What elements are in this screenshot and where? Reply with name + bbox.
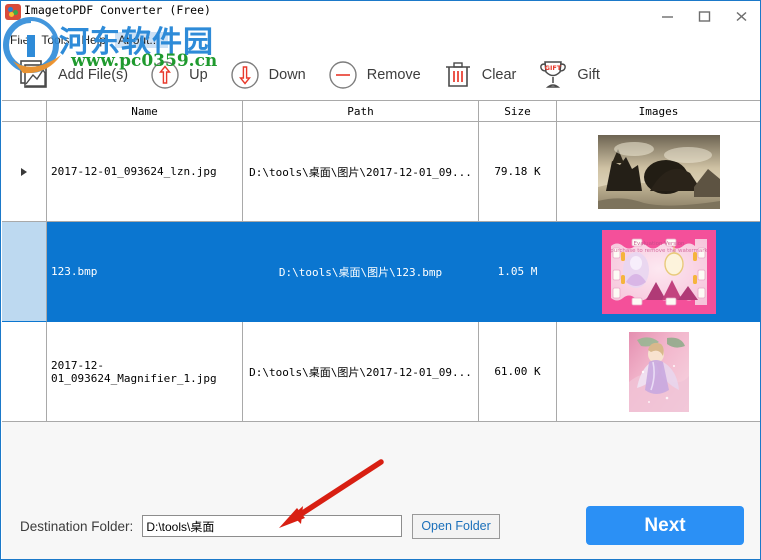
row-marker-cell[interactable]: [2, 322, 47, 422]
row-image-cell: Evaluation Version purchase to remove th…: [557, 222, 760, 322]
row-size-cell: 61.00 K: [479, 322, 557, 422]
arrow-down-circle-icon: [228, 58, 262, 92]
row-path-cell: D:\tools\桌面\图片\123.bmp: [243, 222, 479, 322]
next-button[interactable]: Next: [586, 506, 744, 545]
open-folder-button[interactable]: Open Folder: [412, 513, 500, 539]
menu-bar: File Tools Help About...: [1, 31, 760, 49]
add-files-label: Add File(s): [58, 66, 129, 83]
column-header-size[interactable]: Size: [479, 101, 557, 121]
pink-frame-watermarked-thumbnail: Evaluation Version purchase to remove th…: [601, 229, 716, 314]
destination-folder-input[interactable]: [142, 515, 403, 537]
title-bar: ImagetoPDF Converter (Free): [1, 1, 760, 31]
row-marker-cell[interactable]: [2, 222, 47, 322]
destination-folder-label: Destination Folder:: [20, 518, 134, 534]
trash-icon: [441, 58, 475, 92]
toolbar: Add File(s) Up Down Remove Clear GIFT Gi…: [1, 49, 760, 100]
sepia-landscape-thumbnail: [597, 134, 720, 209]
remove-label: Remove: [366, 66, 421, 83]
table-row[interactable]: 2017-12-01_093624_lzn.jpg D:\tools\桌面\图片…: [2, 122, 760, 222]
bottom-panel: Destination Folder: Open Folder Next: [2, 422, 760, 559]
down-button[interactable]: Down: [228, 58, 306, 92]
row-name-cell: 2017-12-01_093624_Magnifier_1.jpg: [47, 322, 243, 422]
column-header-images[interactable]: Images: [557, 101, 760, 121]
table-row[interactable]: 123.bmp D:\tools\桌面\图片\123.bmp 1.05 M Ev…: [2, 222, 760, 322]
minus-circle-icon: [326, 58, 360, 92]
menu-item-tools[interactable]: Tools: [38, 32, 78, 48]
table-header-row: Name Path Size Images: [2, 101, 760, 122]
up-button[interactable]: Up: [148, 58, 208, 92]
app-logo-icon: [5, 4, 21, 20]
window-title: ImagetoPDF Converter (Free): [24, 3, 211, 17]
remove-button[interactable]: Remove: [326, 58, 421, 92]
column-header-path[interactable]: Path: [243, 101, 479, 121]
svg-text:Evaluation Version: Evaluation Version: [633, 241, 685, 247]
file-list-table: Name Path Size Images 2017-12-01_093624_…: [2, 100, 760, 422]
add-image-icon: [17, 58, 51, 92]
trophy-gift-icon: GIFT: [536, 58, 570, 92]
column-header-marker[interactable]: [2, 101, 47, 121]
clear-label: Clear: [481, 66, 517, 83]
minimize-icon[interactable]: [649, 1, 686, 31]
row-name-cell: 2017-12-01_093624_lzn.jpg: [47, 122, 243, 222]
row-image-cell: [557, 322, 760, 422]
down-label: Down: [268, 66, 306, 83]
column-header-name[interactable]: Name: [47, 101, 243, 121]
arrow-up-circle-icon: [148, 58, 182, 92]
row-name-cell: 123.bmp: [47, 222, 243, 322]
gift-label: Gift: [577, 66, 600, 83]
row-size-cell: 1.05 M: [479, 222, 557, 322]
row-size-cell: 79.18 K: [479, 122, 557, 222]
application-window: ImagetoPDF Converter (Free) File Tools H…: [0, 0, 761, 560]
row-path-cell: D:\tools\桌面\图片\2017-12-01_09...: [243, 122, 479, 222]
menu-item-about[interactable]: About...: [115, 32, 169, 48]
row-marker-cell[interactable]: [2, 122, 47, 222]
table-row[interactable]: 2017-12-01_093624_Magnifier_1.jpg D:\too…: [2, 322, 760, 422]
add-files-button[interactable]: Add File(s): [17, 58, 128, 92]
menu-item-help[interactable]: Help: [78, 32, 115, 48]
up-label: Up: [189, 66, 208, 83]
pink-angel-portrait-thumbnail: [628, 331, 689, 412]
close-icon[interactable]: [723, 1, 760, 31]
row-path-cell: D:\tools\桌面\图片\2017-12-01_09...: [243, 322, 479, 422]
clear-button[interactable]: Clear: [441, 58, 517, 92]
gift-button[interactable]: GIFT Gift: [536, 58, 600, 92]
svg-text:purchase to remove the waterma: purchase to remove the watermark: [610, 248, 708, 254]
menu-item-file[interactable]: File: [7, 32, 38, 48]
svg-text:GIFT: GIFT: [545, 64, 562, 72]
maximize-icon[interactable]: [686, 1, 723, 31]
current-row-arrow-icon: [21, 167, 27, 176]
window-controls: [649, 1, 760, 31]
row-image-cell: [557, 122, 760, 222]
